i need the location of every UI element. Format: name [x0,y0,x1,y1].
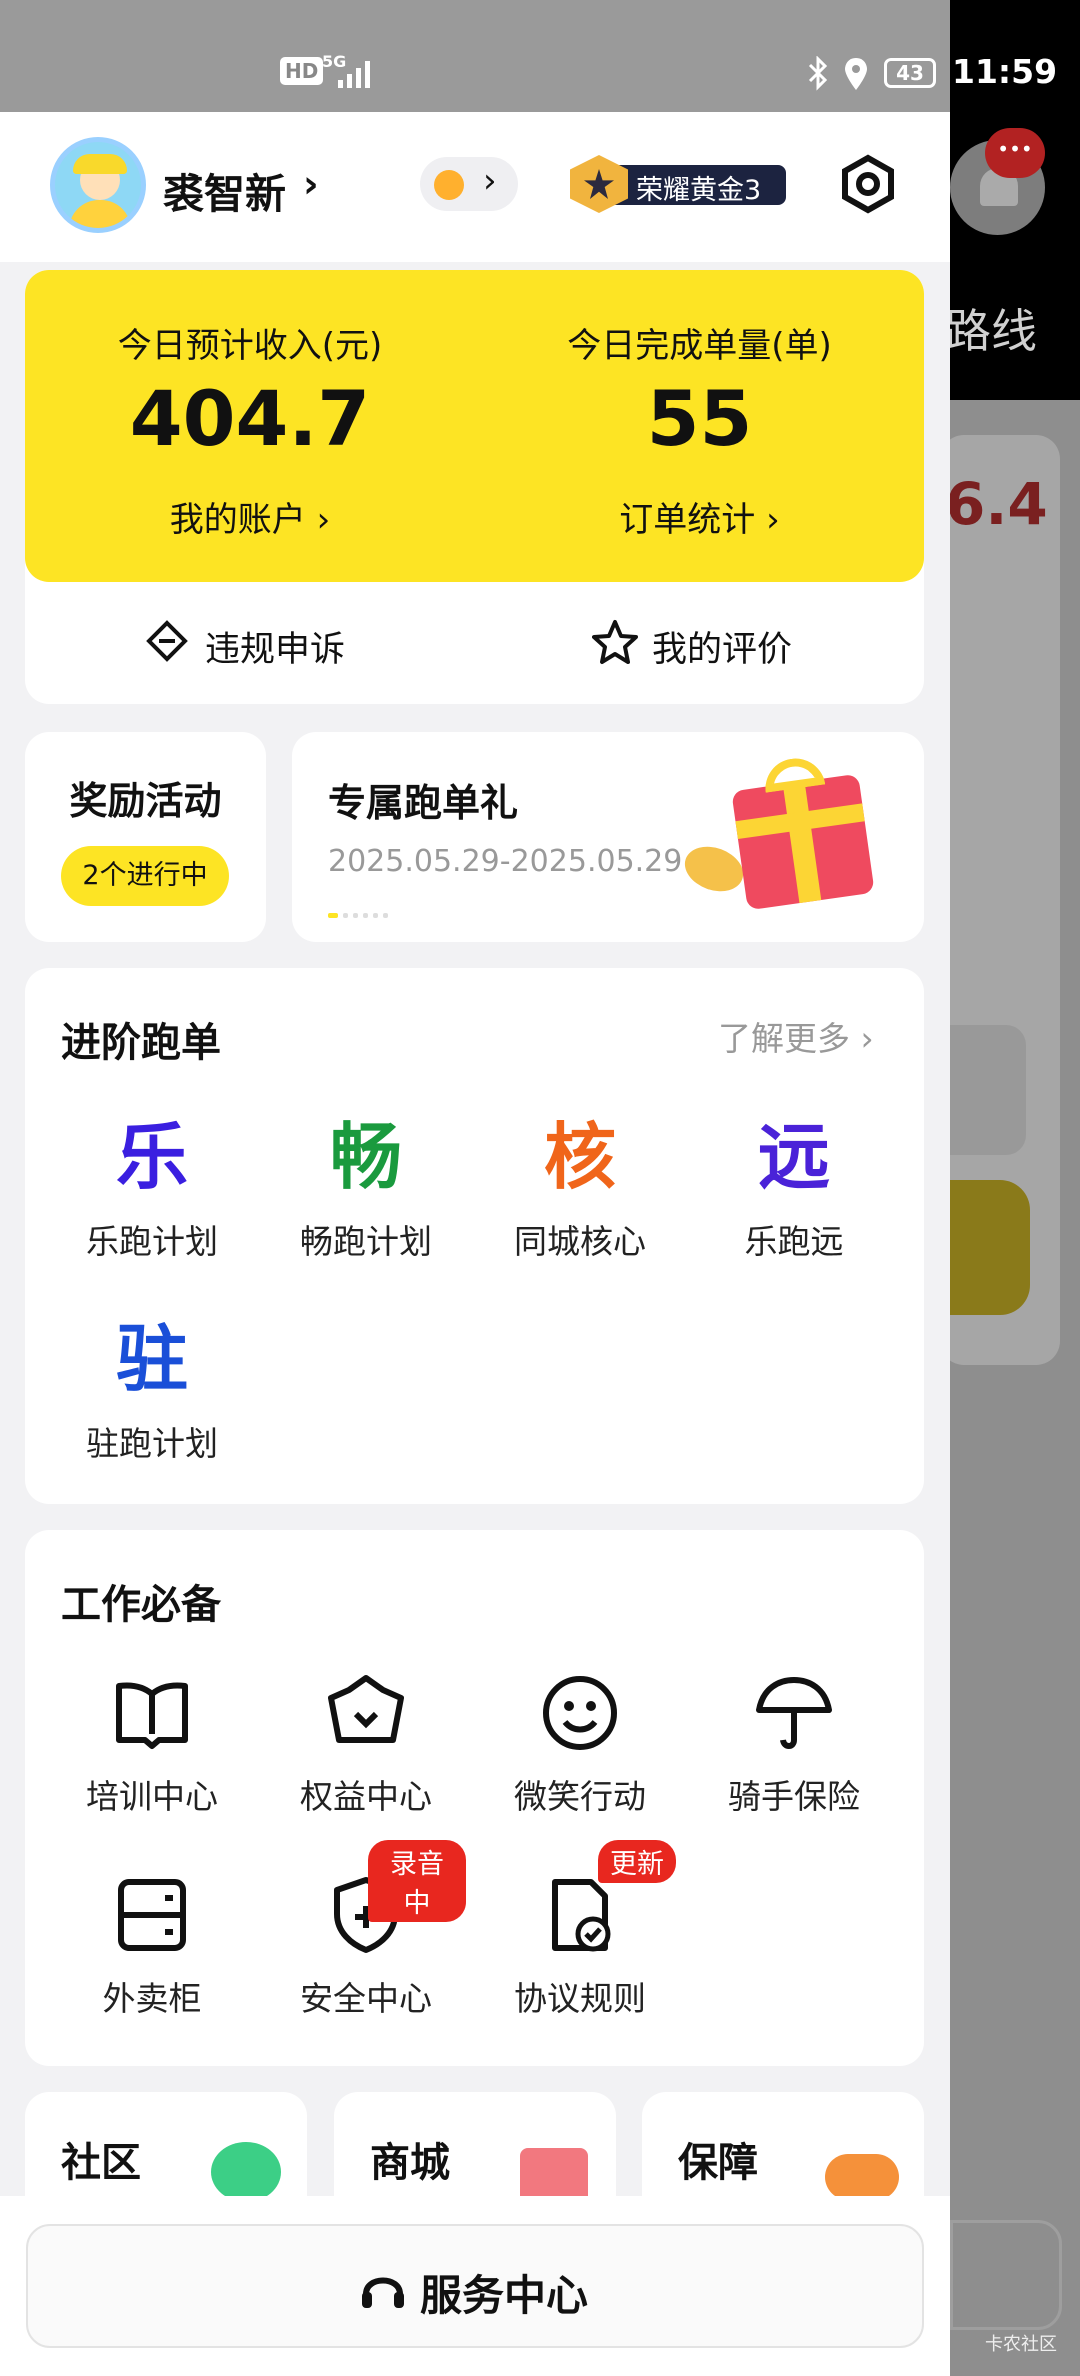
orders-value: 55 [646,374,753,463]
tool-safety-label: 安全中心 [300,1979,432,2018]
rewards-card[interactable]: 奖励活动 2个进行中 [25,732,266,942]
gift-box-icon [731,754,875,911]
plan-zhupao-char: 驻 [115,1317,188,1401]
promo-banner[interactable]: 专属跑单礼 2025.05.29-2025.05.29 [292,732,924,942]
headset-icon [362,2277,404,2308]
clock: 11:59 [952,52,1058,91]
tool-benefits[interactable]: 权益中心 [266,1668,466,1818]
account-link-label: 我的账户 [169,500,306,540]
plan-lepaoyuan-char: 远 [757,1115,830,1199]
earnings-panel: 今日预计收入(元) 404.7 我的账户 › 今日完成单量(单) 55 订单统计… [25,270,924,582]
stats-link-label: 订单统计 [619,500,756,540]
plan-lepao-char: 乐 [115,1115,188,1199]
tool-rules[interactable]: 协议规则 更新 [480,1840,680,2020]
rating-label: 我的评价 [652,630,793,670]
service-center-label: 服务中心 [420,2271,589,2320]
promo-title: 专属跑单礼 [328,781,519,825]
rank-badge[interactable]: 荣耀黄金3 [570,155,786,213]
tool-smile[interactable]: 微笑行动 [480,1668,680,1818]
battery-icon: 43 [884,58,936,88]
tool-benefits-label: 权益中心 [300,1777,432,1816]
background-select [948,1025,1026,1155]
advanced-section: 进阶跑单 了解更多 › 乐 乐跑计划 畅 畅跑计划 核 同城核心 远 乐跑远 驻… [25,968,924,1504]
stats-link[interactable]: 订单统计 › [475,492,924,541]
tool-insurance-label: 骑手保险 [728,1777,860,1816]
star-icon [592,620,638,664]
plan-tongcheng-label: 同城核心 [514,1222,646,1261]
signal-icon [338,61,370,88]
background-bottom-card [950,2220,1062,2330]
plan-lepao[interactable]: 乐 乐跑计划 [52,1098,252,1263]
avatar[interactable] [50,137,146,233]
plan-lepaoyuan[interactable]: 远 乐跑远 [694,1098,894,1263]
chevron-right-icon[interactable]: › [303,162,319,206]
star-coin-icon [434,170,464,200]
book-icon [116,1682,188,1749]
protection-title: 保障 [678,2140,758,2186]
tool-insurance[interactable]: 骑手保险 [694,1668,894,1818]
user-name[interactable]: 裘智新 [163,160,286,220]
settings-icon[interactable] [838,154,898,214]
service-center-button[interactable]: 服务中心 [26,2224,924,2348]
background-amount: 6.4 [945,470,1048,538]
update-badge: 更新 [598,1840,676,1883]
plan-lepao-label: 乐跑计划 [86,1222,218,1261]
rank-label: 荣耀黄金3 [636,175,762,206]
account-link[interactable]: 我的账户 › [25,492,475,541]
advanced-title: 进阶跑单 [61,1020,221,1066]
plan-zhupao[interactable]: 驻 驻跑计划 [52,1300,252,1465]
document-check-icon [552,1879,611,1952]
plan-tongcheng-char: 核 [543,1115,616,1199]
tools-title: 工作必备 [61,1582,221,1628]
chevron-right-icon: › [483,161,497,201]
appeal-icon [146,620,188,662]
background-button [940,1180,1030,1315]
heart-icon [825,2154,899,2200]
notification-bell-icon[interactable]: ••• [950,128,1045,235]
bluetooth-icon [808,56,828,91]
income-value: 404.7 [129,374,371,463]
rating-button[interactable]: 我的评价 [592,617,822,670]
plan-changpao-label: 畅跑计划 [300,1222,432,1261]
plan-zhupao-label: 驻跑计划 [86,1424,218,1463]
community-title: 社区 [61,2140,141,2186]
tool-training-label: 培训中心 [86,1777,218,1816]
side-drawer: 裘智新 › › 荣耀黄金3 今日预计收入(元) 404.7 我的账户 › 今日完… [0,112,950,2376]
chat-icon [211,2142,281,2202]
learn-more-label: 了解更多 [718,1019,850,1058]
plan-tongcheng[interactable]: 核 同城核心 [480,1098,680,1263]
tool-locker-label: 外卖柜 [102,1979,202,2018]
tool-rules-label: 协议规则 [514,1979,646,2018]
tool-training[interactable]: 培训中心 [52,1668,252,1818]
smile-icon [543,1676,617,1750]
battery-level: 43 [896,61,924,85]
income-label: 今日预计收入(元) [117,326,383,366]
carousel-dots [328,903,389,922]
level-pill[interactable]: › [420,157,518,211]
umbrella-icon [756,1677,832,1749]
tools-section: 工作必备 培训中心 权益中心 微笑行动 骑手保险 外卖柜 安全中心 录音中 协议… [25,1530,924,2066]
crown-icon [328,1675,404,1743]
hd-indicator: HD [280,57,324,85]
background-route-text: 路线 [945,304,1037,358]
plan-changpao-char: 畅 [329,1115,402,1199]
tool-safety[interactable]: 安全中心 录音中 [266,1840,466,2020]
learn-more-link[interactable]: 了解更多 › [718,1012,874,1060]
mall-title: 商城 [370,2140,450,2186]
appeal-button[interactable]: 违规申诉 [145,617,375,670]
tool-smile-label: 微笑行动 [514,1777,646,1816]
plan-changpao[interactable]: 畅 畅跑计划 [266,1098,466,1263]
locker-icon [118,1879,186,1951]
recording-badge: 录音中 [368,1840,466,1922]
location-icon [845,58,867,90]
plan-lepaoyuan-label: 乐跑远 [744,1222,844,1261]
more-badge: ••• [985,128,1045,178]
rewards-badge: 2个进行中 [61,846,229,906]
promo-date: 2025.05.29-2025.05.29 [328,844,683,879]
orders-label: 今日完成单量(单) [567,326,832,366]
appeal-label: 违规申诉 [205,630,346,670]
rewards-title: 奖励活动 [69,779,222,823]
watermark: 卡农社区 [985,2334,1057,2355]
tool-locker[interactable]: 外卖柜 [52,1870,252,2020]
